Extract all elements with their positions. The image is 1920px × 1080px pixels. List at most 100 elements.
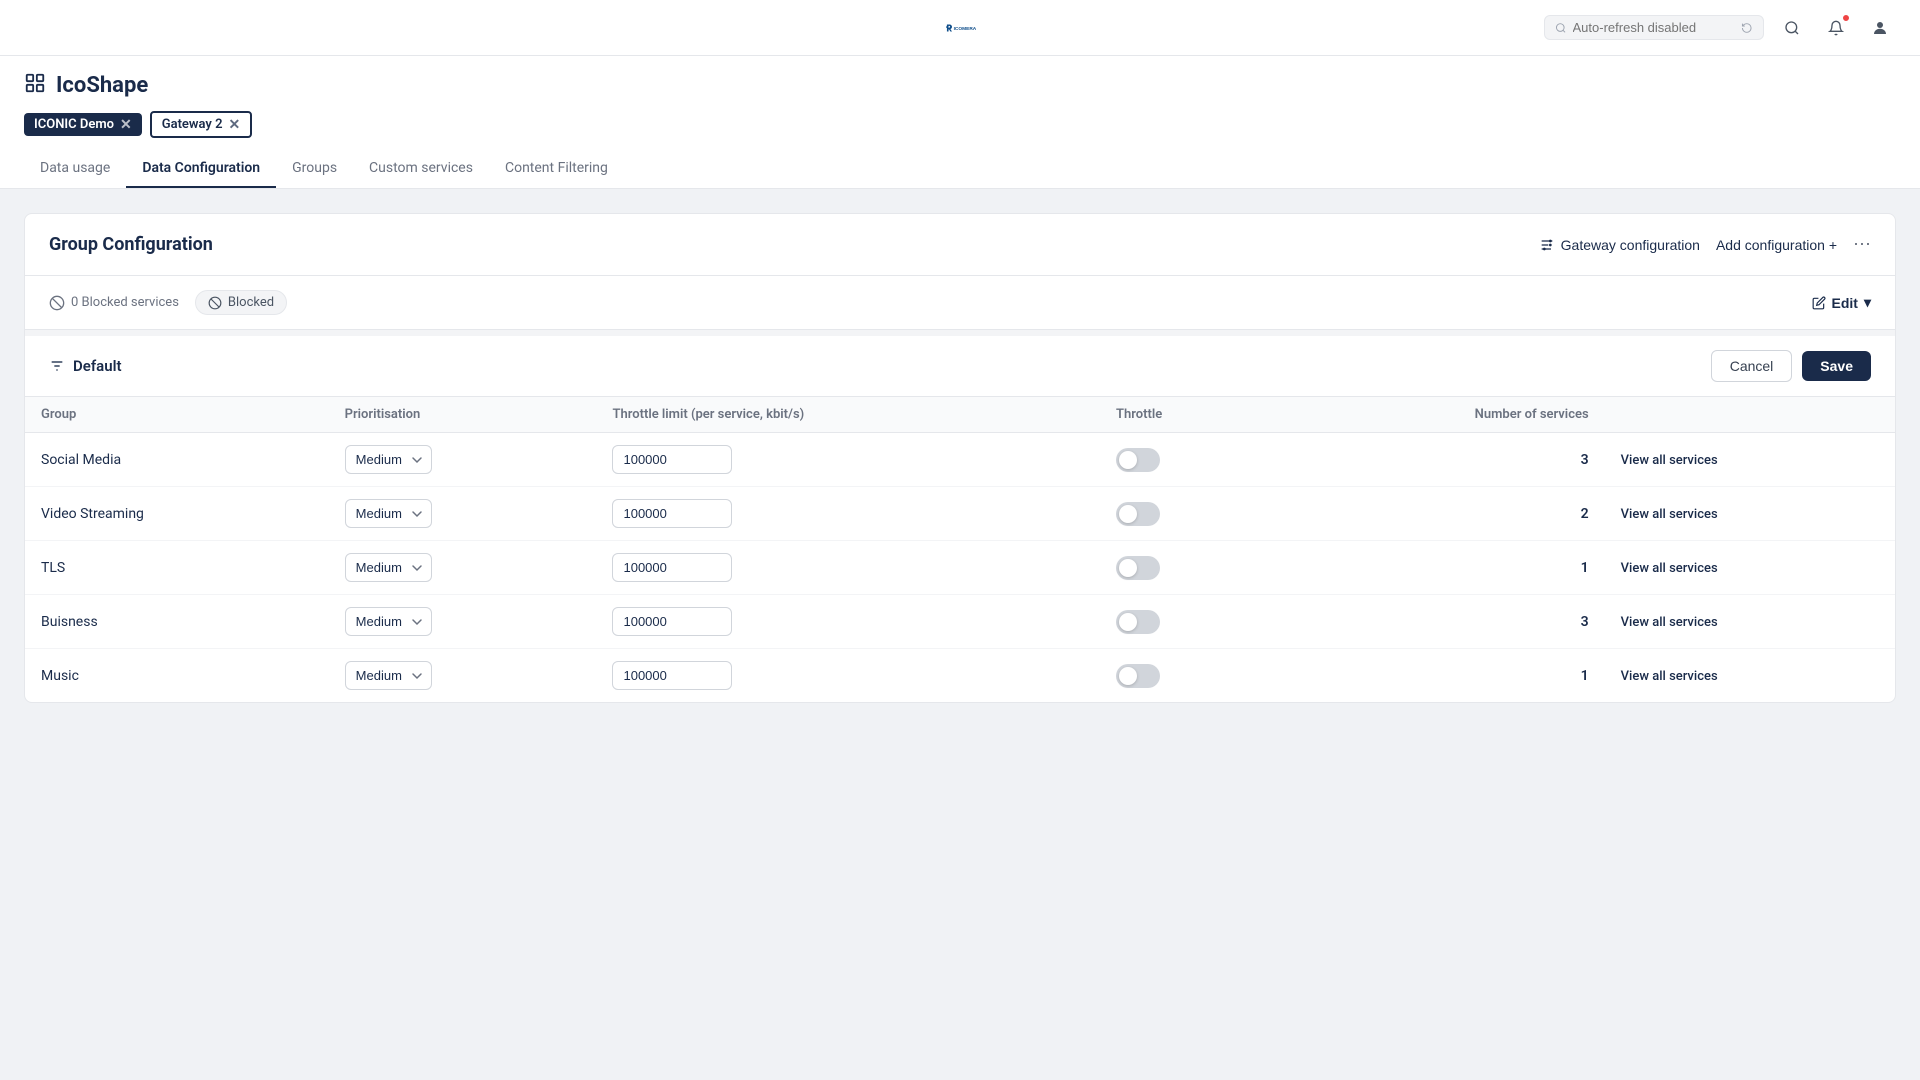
throttle-toggle-2[interactable]	[1116, 556, 1160, 580]
service-count-cell-1: 2	[1276, 487, 1605, 541]
col-throttle-limit: Throttle limit (per service, kbit/s)	[596, 397, 1100, 433]
prioritisation-cell-4: LowMediumHigh	[329, 649, 597, 703]
prioritisation-cell-1: LowMediumHigh	[329, 487, 597, 541]
breadcrumb-tag-gateway2[interactable]: Gateway 2 ✕	[150, 111, 253, 138]
throttle-toggle-cell-0	[1100, 433, 1276, 487]
user-avatar-button[interactable]	[1864, 12, 1896, 44]
prioritisation-cell-3: LowMediumHigh	[329, 595, 597, 649]
add-config-button[interactable]: Add configuration +	[1716, 237, 1837, 253]
throttle-limit-input-4[interactable]	[612, 661, 732, 690]
service-count-cell-4: 1	[1276, 649, 1605, 703]
search-icon	[1555, 21, 1567, 35]
icoshape-icon	[24, 72, 46, 99]
throttle-toggle-cell-2	[1100, 541, 1276, 595]
header-right	[1544, 12, 1896, 44]
table-row: Buisness LowMediumHigh 3 View all services	[25, 595, 1895, 649]
throttle-limit-input-3[interactable]	[612, 607, 732, 636]
service-count-value-3: 3	[1581, 614, 1589, 630]
blocked-icon	[49, 295, 65, 311]
throttle-limit-cell-2	[596, 541, 1100, 595]
group-name-2: TLS	[25, 541, 329, 595]
logo-icon: ICOMERA	[944, 12, 976, 44]
throttle-limit-cell-3	[596, 595, 1100, 649]
close-iconic-demo-icon[interactable]: ✕	[120, 118, 132, 132]
gateway-config-button[interactable]: Gateway configuration	[1539, 237, 1700, 253]
edit-pencil-icon	[1812, 296, 1826, 310]
default-header: Default Cancel Save	[25, 336, 1895, 397]
throttle-toggle-3[interactable]	[1116, 610, 1160, 634]
throttle-limit-input-0[interactable]	[612, 445, 732, 474]
tab-groups[interactable]: Groups	[276, 150, 353, 188]
search-bar[interactable]	[1544, 15, 1764, 40]
table-header-row: Group Prioritisation Throttle limit (per…	[25, 397, 1895, 433]
view-all-cell-4: View all services	[1605, 649, 1895, 703]
view-all-services-link-0[interactable]: View all services	[1621, 453, 1718, 468]
prioritisation-select-3[interactable]: LowMediumHigh	[345, 607, 432, 636]
main-content: Group Configuration Gateway configuratio…	[0, 189, 1920, 727]
page-title-row: IcoShape	[24, 72, 1896, 99]
throttle-toggle-1[interactable]	[1116, 502, 1160, 526]
chevron-down-icon: ▾	[1864, 294, 1871, 311]
prioritisation-select-4[interactable]: LowMediumHigh	[345, 661, 432, 690]
notification-button[interactable]	[1820, 12, 1852, 44]
more-options-button[interactable]: ⋯	[1853, 234, 1871, 255]
tab-content-filtering[interactable]: Content Filtering	[489, 150, 624, 188]
breadcrumb-tag-iconic-demo[interactable]: ICONIC Demo ✕	[24, 113, 142, 136]
throttle-toggle-0[interactable]	[1116, 448, 1160, 472]
view-all-services-link-2[interactable]: View all services	[1621, 561, 1718, 576]
search-button[interactable]	[1776, 12, 1808, 44]
default-filter-icon	[49, 358, 65, 374]
throttle-limit-input-1[interactable]	[612, 499, 732, 528]
throttle-limit-cell-1	[596, 487, 1100, 541]
refresh-icon	[1741, 21, 1753, 35]
prioritisation-select-1[interactable]: LowMediumHigh	[345, 499, 432, 528]
blocked-badge[interactable]: Blocked	[195, 290, 287, 315]
services-table: Group Prioritisation Throttle limit (per…	[25, 397, 1895, 702]
group-config-card: Group Configuration Gateway configuratio…	[24, 213, 1896, 703]
prioritisation-cell-0: LowMediumHigh	[329, 433, 597, 487]
cancel-button[interactable]: Cancel	[1711, 350, 1793, 382]
view-all-cell-2: View all services	[1605, 541, 1895, 595]
col-prioritisation: Prioritisation	[329, 397, 597, 433]
table-row: Video StreamingLowMediumHigh2View all se…	[25, 487, 1895, 541]
save-button[interactable]: Save	[1802, 351, 1871, 381]
page-title: IcoShape	[56, 73, 148, 98]
service-count-value-1: 2	[1581, 506, 1589, 522]
group-name-3: Buisness	[25, 595, 329, 649]
table-row: TLS LowMediumHigh 1 View all services	[25, 541, 1895, 595]
tab-data-usage[interactable]: Data usage	[24, 150, 126, 188]
blocked-row: 0 Blocked services Blocked Edit ▾	[25, 276, 1895, 330]
search-input[interactable]	[1573, 20, 1736, 35]
view-all-cell-0: View all services	[1605, 433, 1895, 487]
throttle-limit-input-2[interactable]	[612, 553, 732, 582]
group-name-0: Social Media	[25, 433, 329, 487]
blocked-badge-icon	[208, 296, 222, 310]
table-row: Music LowMediumHigh 1 View all services	[25, 649, 1895, 703]
blocked-left: 0 Blocked services Blocked	[49, 290, 287, 315]
view-all-services-link-4[interactable]: View all services	[1621, 669, 1718, 684]
edit-button[interactable]: Edit ▾	[1812, 294, 1871, 311]
close-gateway2-icon[interactable]: ✕	[229, 118, 241, 132]
service-count-value-2: 1	[1581, 560, 1589, 576]
header: ICOMERA	[0, 0, 1920, 56]
card-header-actions: Gateway configuration Add configuration …	[1539, 234, 1871, 255]
view-all-services-link-3[interactable]: View all services	[1621, 615, 1718, 630]
throttle-toggle-cell-4	[1100, 649, 1276, 703]
default-section: Default Cancel Save Group Prioritisation…	[25, 336, 1895, 702]
throttle-limit-cell-4	[596, 649, 1100, 703]
prioritisation-cell-2: LowMediumHigh	[329, 541, 597, 595]
service-count-cell-3: 3	[1276, 595, 1605, 649]
prioritisation-select-0[interactable]: LowMediumHigh	[345, 445, 432, 474]
prioritisation-select-2[interactable]: LowMediumHigh	[345, 553, 432, 582]
col-num-services: Number of services	[1276, 397, 1605, 433]
throttle-toggle-4[interactable]	[1116, 664, 1160, 688]
group-name-4: Music	[25, 649, 329, 703]
breadcrumb-tags: ICONIC Demo ✕ Gateway 2 ✕	[24, 111, 1896, 138]
view-all-services-link-1[interactable]: View all services	[1621, 507, 1718, 522]
col-throttle: Throttle	[1100, 397, 1276, 433]
logo: ICOMERA	[944, 12, 976, 44]
default-label: Default	[49, 357, 122, 375]
tab-custom-services[interactable]: Custom services	[353, 150, 489, 188]
tab-data-configuration[interactable]: Data Configuration	[126, 150, 276, 188]
service-count-value-0: 3	[1581, 452, 1589, 468]
